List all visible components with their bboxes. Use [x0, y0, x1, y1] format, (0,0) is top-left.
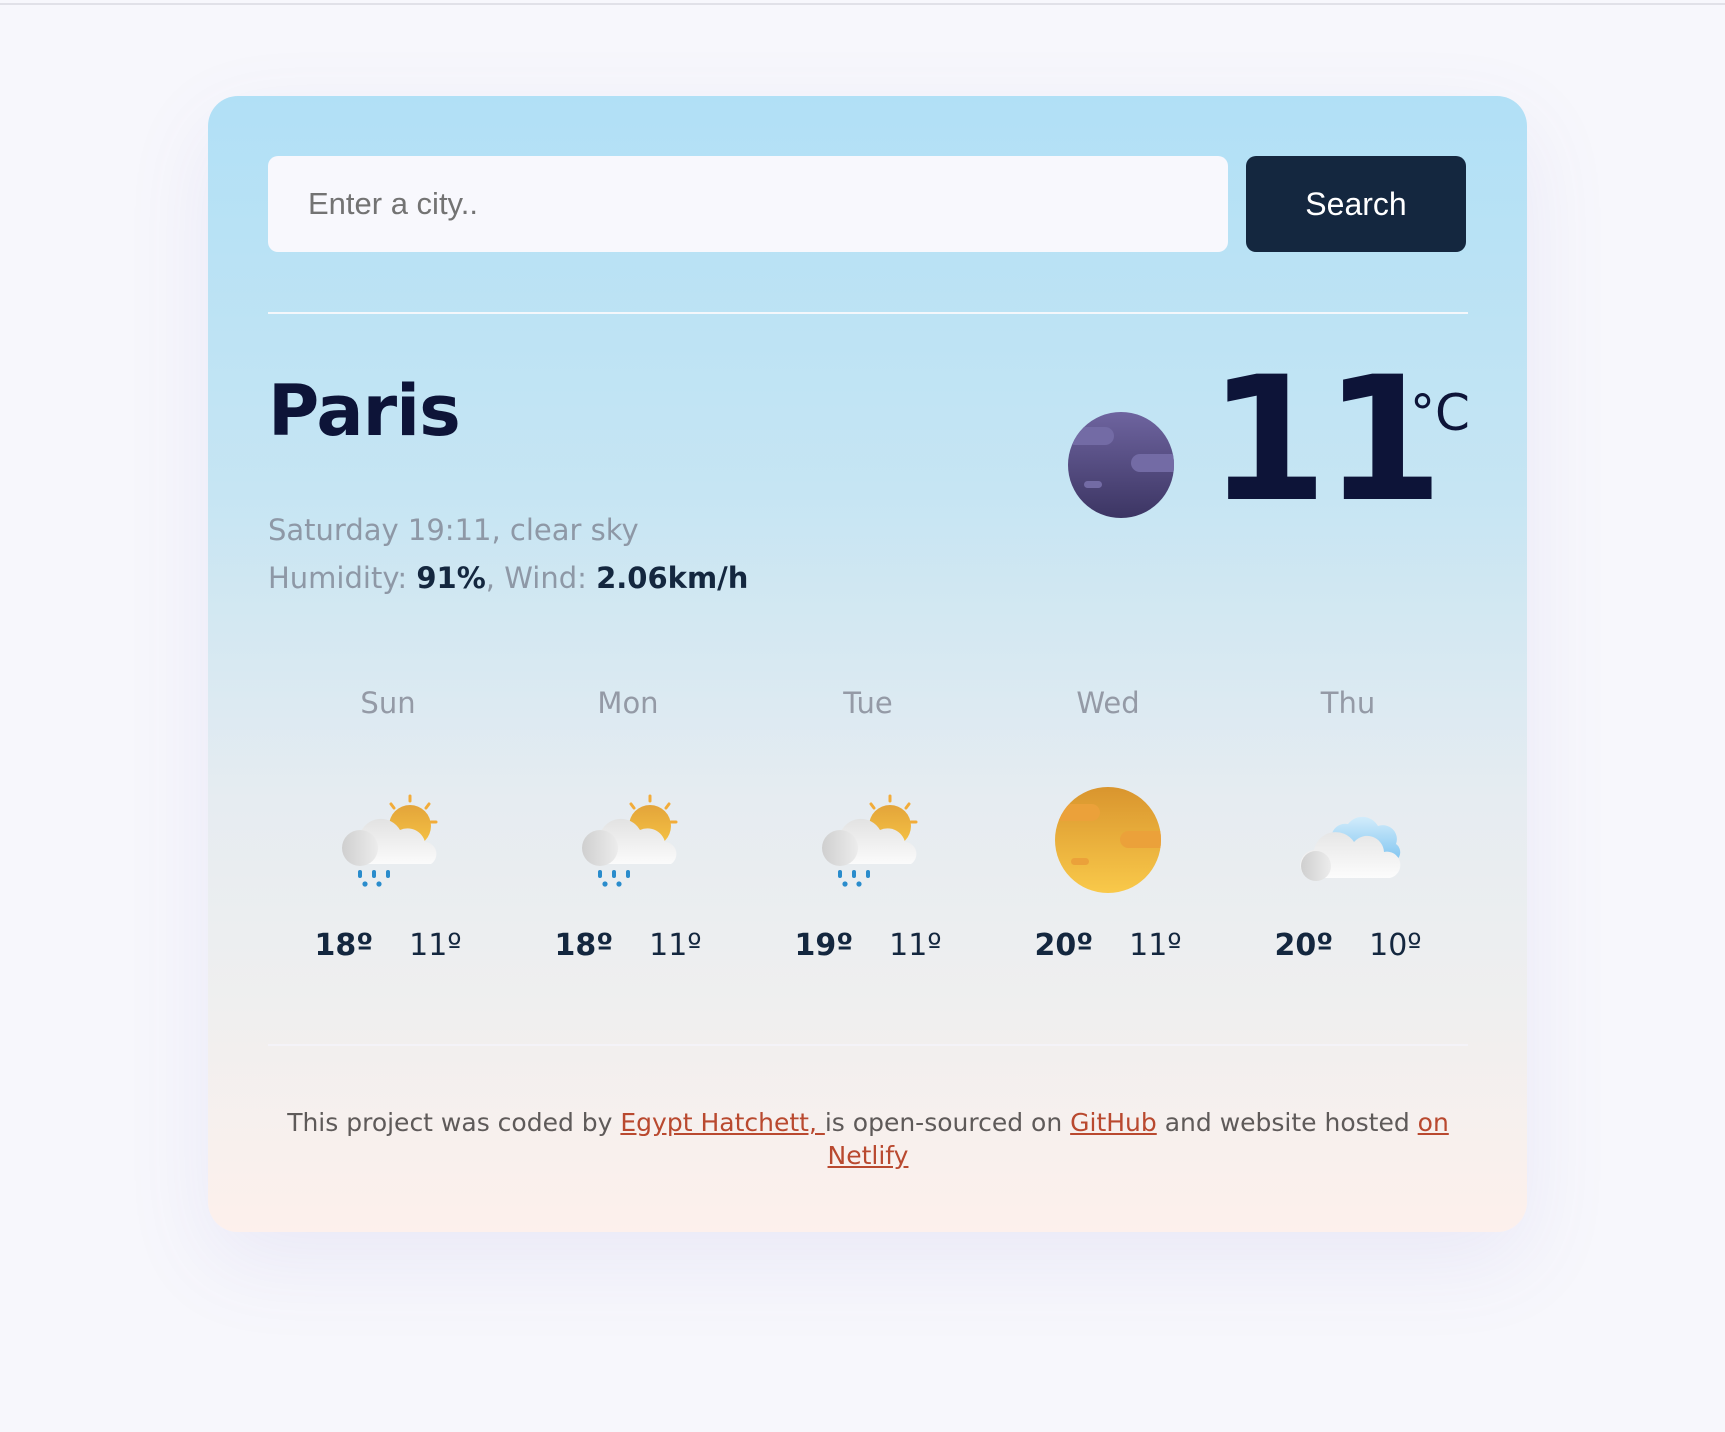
- wind-value: 2.06km/h: [596, 561, 749, 595]
- clear-night-icon: [1066, 410, 1176, 520]
- forecast-min-temp: 11º: [889, 928, 942, 963]
- forecast-max-temp: 19º: [794, 928, 854, 963]
- footer-divider: [268, 1044, 1468, 1046]
- humidity-wind-line: Humidity: 91%, Wind: 2.06km/h: [268, 561, 749, 595]
- cloudy-icon: [1294, 786, 1402, 894]
- forecast-day-name: Wed: [1076, 686, 1140, 720]
- forecast-temperatures: 18º 11º: [508, 928, 748, 963]
- forecast-day-name: Thu: [1320, 686, 1376, 720]
- forecast-temperatures: 18º 11º: [268, 928, 508, 963]
- current-temperature: 11: [1208, 339, 1443, 540]
- forecast-max-temp: 20º: [1274, 928, 1334, 963]
- forecast-min-temp: 10º: [1369, 928, 1422, 963]
- forecast-temperatures: 20º 10º: [1228, 928, 1468, 963]
- browser-top-border: [0, 3, 1725, 5]
- forecast-min-temp: 11º: [1129, 928, 1182, 963]
- weather-description: clear sky: [509, 513, 639, 547]
- forecast-temperatures: 19º 11º: [748, 928, 988, 963]
- header-divider: [268, 312, 1468, 314]
- forecast-max-temp: 18º: [314, 928, 374, 963]
- forecast-max-temp: 18º: [554, 928, 614, 963]
- forecast-day: Thu 20º 10º: [1228, 686, 1468, 1006]
- footer-text: and website hosted: [1156, 1108, 1418, 1137]
- forecast-day-name: Sun: [360, 686, 416, 720]
- forecast-day: Mon 18º 11º: [508, 686, 748, 1006]
- footer: This project was coded by Egypt Hatchett…: [268, 1106, 1468, 1172]
- author-link[interactable]: Egypt Hatchett,: [620, 1108, 824, 1137]
- forecast-temperatures: 20º 11º: [988, 928, 1228, 963]
- current-details: Saturday 19:11, clear sky Humidity: 91%,…: [268, 506, 748, 602]
- forecast-day-name: Tue: [843, 686, 893, 720]
- clear-day-icon: [1054, 786, 1162, 894]
- footer-text: is open-sourced on: [824, 1108, 1071, 1137]
- forecast: Sun 18º 11º Mon 18º 11º Tue 19º 11º Wed …: [268, 686, 1468, 1006]
- forecast-day: Wed 20º 11º: [988, 686, 1228, 1006]
- forecast-day: Tue 19º 11º: [748, 686, 988, 1006]
- rain-partly-sunny-icon: [814, 786, 922, 894]
- humidity-label: Humidity:: [268, 561, 408, 595]
- forecast-min-temp: 11º: [649, 928, 702, 963]
- rain-partly-sunny-icon: [574, 786, 682, 894]
- weather-card: Search Paris Saturday 19:11, clear sky H…: [208, 96, 1527, 1232]
- forecast-day: Sun 18º 11º: [268, 686, 508, 1006]
- footer-text: This project was coded by: [287, 1108, 621, 1137]
- city-search-input[interactable]: [268, 156, 1228, 252]
- humidity-value: 91%: [416, 561, 486, 595]
- wind-label: Wind:: [504, 561, 587, 595]
- search-form: Search: [268, 156, 1468, 252]
- city-name: Paris: [268, 370, 461, 452]
- date-description-line: Saturday 19:11, clear sky: [268, 513, 639, 547]
- rain-partly-sunny-icon: [334, 786, 442, 894]
- temperature-unit: °C: [1410, 384, 1470, 442]
- search-button[interactable]: Search: [1246, 156, 1466, 252]
- forecast-day-name: Mon: [597, 686, 659, 720]
- day-time: Saturday 19:11: [268, 513, 492, 547]
- forecast-max-temp: 20º: [1034, 928, 1094, 963]
- forecast-min-temp: 11º: [409, 928, 462, 963]
- github-link[interactable]: GitHub: [1070, 1108, 1157, 1137]
